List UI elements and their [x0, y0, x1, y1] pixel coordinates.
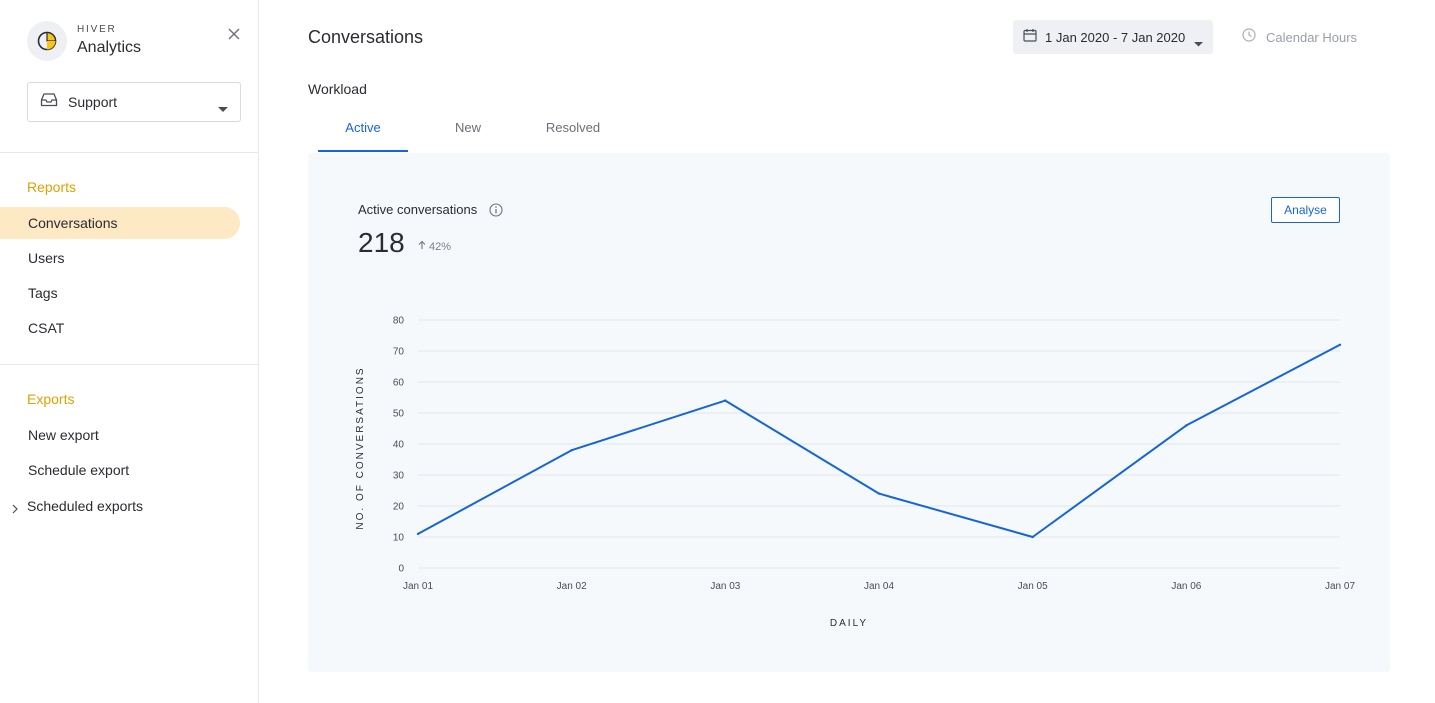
tab-resolved[interactable]: Resolved: [528, 112, 618, 152]
data-point: [416, 532, 420, 536]
calendar-hours-label: Calendar Hours: [1266, 30, 1358, 45]
brand-company: HIVER: [77, 24, 117, 35]
calendar-hours-toggle[interactable]: Calendar Hours: [1242, 28, 1357, 47]
conversations-line-chart: 0 10 20 30 40 50 60 70 80 Jan 01 Jan 02 Jan 03 Jan 0…: [355, 316, 1355, 630]
sidebar-item-tags[interactable]: Tags: [0, 277, 240, 309]
metric-label: Active conversations: [358, 202, 503, 217]
data-point: [570, 449, 573, 452]
date-range-value: 1 Jan 2020 - 7 Jan 2020: [1045, 29, 1186, 45]
metric-value: 218: [358, 227, 405, 258]
close-icon[interactable]: [226, 26, 242, 42]
x-tick-label: Jan 02: [557, 581, 587, 592]
sidebar: HIVER Analytics Support Reports Conversa…: [0, 0, 259, 703]
arrow-up-icon: [418, 240, 426, 253]
data-point: [724, 399, 727, 402]
metric-delta: 42%: [418, 240, 451, 253]
sidebar-item-new-export[interactable]: New export: [0, 419, 240, 451]
data-point: [877, 492, 881, 495]
hiver-logo-icon: [27, 21, 67, 61]
sidebar-item-conversations[interactable]: Conversations: [0, 207, 240, 239]
series-line: [417, 343, 1341, 538]
y-tick-label: 40: [393, 440, 405, 451]
metric-delta-value: 42%: [429, 240, 452, 253]
page-title: Conversations: [308, 27, 424, 47]
x-tick-label: Jan 03: [710, 581, 740, 592]
y-tick-label: 50: [393, 409, 405, 420]
sidebar-divider: [0, 152, 258, 153]
reports-section-title: Reports: [27, 179, 77, 195]
x-tick-label: Jan 07: [1325, 581, 1355, 592]
data-point: [1031, 535, 1034, 539]
analyse-button[interactable]: Analyse: [1271, 197, 1340, 223]
sidebar-item-users[interactable]: Users: [0, 242, 240, 274]
chevron-right-icon: [12, 501, 18, 517]
y-tick-label: 70: [393, 347, 405, 358]
y-tick-label: 20: [393, 502, 405, 513]
sidebar-item-label: Scheduled exports: [27, 498, 143, 514]
exports-section-title: Exports: [27, 391, 75, 407]
x-axis-title: DAILY: [830, 618, 868, 629]
y-tick-label: 60: [393, 378, 405, 389]
clock-icon: [1242, 28, 1256, 47]
team-select[interactable]: Support: [27, 82, 241, 122]
y-tick-label: 30: [393, 471, 405, 482]
y-tick-label: 0: [398, 564, 404, 575]
metric-label-text: Active conversations: [358, 202, 478, 217]
sidebar-item-scheduled-exports[interactable]: Scheduled exports: [0, 490, 240, 522]
x-tick-label: Jan 06: [1171, 581, 1201, 592]
inbox-icon: [40, 92, 58, 113]
data-point: [1185, 424, 1188, 427]
chevron-down-icon: [1194, 34, 1203, 52]
sidebar-divider: [0, 364, 258, 365]
sidebar-item-csat[interactable]: CSAT: [0, 312, 240, 344]
y-tick-label: 80: [393, 316, 405, 327]
y-axis-title: NO. OF CONVERSATIONS: [355, 366, 366, 529]
info-icon[interactable]: [489, 202, 503, 217]
section-label: Workload: [308, 81, 367, 97]
tab-new[interactable]: New: [423, 112, 513, 152]
team-select-value: Support: [68, 94, 118, 110]
x-tick-label: Jan 04: [864, 581, 894, 592]
data-point: [1338, 343, 1342, 346]
brand: HIVER Analytics: [27, 21, 141, 61]
y-tick-label: 10: [393, 533, 405, 544]
x-tick-label: Jan 05: [1018, 581, 1048, 592]
sidebar-item-schedule-export[interactable]: Schedule export: [0, 454, 240, 486]
calendar-icon: [1023, 28, 1037, 47]
chevron-down-icon: [218, 100, 228, 118]
date-range-picker[interactable]: 1 Jan 2020 - 7 Jan 2020: [1013, 20, 1213, 54]
brand-product: Analytics: [77, 39, 142, 56]
x-tick-label: Jan 01: [403, 581, 433, 592]
tab-active[interactable]: Active: [318, 112, 408, 152]
